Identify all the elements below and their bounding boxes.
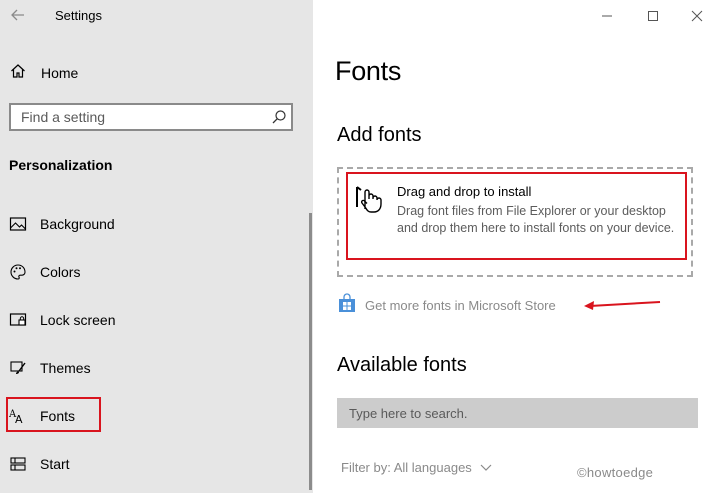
sidebar-item-background[interactable]: Background (9, 213, 115, 235)
maximize-button[interactable] (643, 6, 663, 26)
watermark: ©howtoedge (577, 465, 654, 480)
sidebar-item-label: Start (40, 456, 70, 472)
search-icon[interactable] (271, 109, 287, 125)
sidebar-item-lock-screen[interactable]: Lock screen (9, 309, 115, 331)
picture-icon (9, 215, 27, 233)
sidebar-item-label: Colors (40, 264, 81, 280)
drop-description: Drag font files from File Explorer or yo… (397, 204, 675, 235)
fonts-highlight-box (6, 397, 101, 432)
lock-screen-icon (9, 311, 27, 329)
page-title: Fonts (335, 56, 402, 86)
sidebar-item-colors[interactable]: Colors (9, 261, 80, 283)
sidebar-item-label: Lock screen (40, 312, 116, 328)
home-label: Home (41, 65, 79, 81)
section-title: Personalization (9, 157, 113, 173)
find-setting-input[interactable] (11, 105, 261, 129)
home-icon (9, 62, 27, 85)
close-icon (691, 10, 703, 22)
window-title: Settings (55, 8, 102, 23)
hand-cursor-icon (351, 181, 385, 215)
sidebar-item-start[interactable]: Start (9, 453, 70, 475)
find-setting-search[interactable] (9, 103, 293, 131)
filter-label: Filter by: All languages (341, 460, 472, 475)
chevron-down-icon (480, 464, 492, 471)
store-link-label: Get more fonts in Microsoft Store (365, 298, 556, 313)
palette-icon (9, 263, 27, 281)
drop-title: Drag and drop to install (397, 184, 532, 199)
sidebar-item-themes[interactable]: Themes (9, 357, 91, 379)
sidebar-item-label: Background (40, 216, 115, 232)
available-fonts-heading: Available fonts (337, 354, 467, 376)
sidebar: Settings Home Personalization Background… (0, 0, 313, 493)
store-icon (338, 293, 356, 318)
add-fonts-heading: Add fonts (337, 124, 422, 146)
minimize-button[interactable] (597, 6, 617, 26)
maximize-icon (648, 11, 658, 21)
sidebar-item-label: Themes (40, 360, 91, 376)
sidebar-scrollbar[interactable] (309, 213, 312, 490)
fonts-search-box[interactable] (337, 398, 698, 428)
home-nav-item[interactable]: Home (9, 62, 78, 84)
minimize-icon (602, 15, 612, 17)
close-button[interactable] (687, 6, 707, 26)
fonts-search-input[interactable] (337, 398, 698, 428)
red-arrow-annotation (582, 297, 662, 311)
start-icon (9, 455, 27, 473)
filter-dropdown[interactable]: Filter by: All languages (341, 460, 492, 475)
brush-icon (9, 359, 27, 377)
back-arrow-icon[interactable] (9, 6, 27, 24)
microsoft-store-link[interactable]: Get more fonts in Microsoft Store (338, 293, 556, 318)
